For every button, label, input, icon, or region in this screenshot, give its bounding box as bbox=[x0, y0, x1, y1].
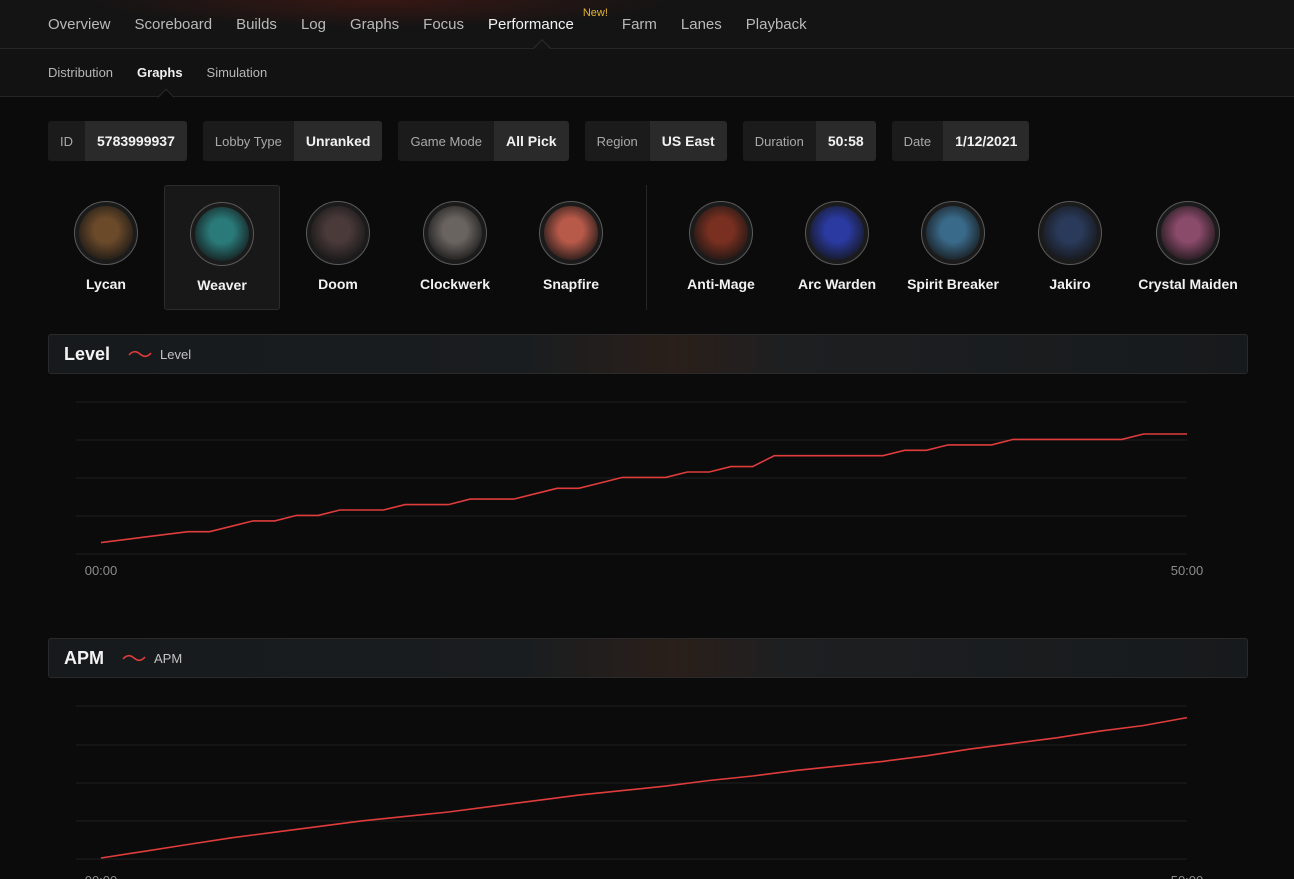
date-chip: Date 1/12/2021 bbox=[891, 121, 1030, 161]
sub-nav: Distribution Graphs Simulation bbox=[0, 49, 1294, 97]
lycan-portrait-icon bbox=[79, 206, 133, 260]
hero-portrait bbox=[539, 201, 603, 265]
duration-chip: Duration 50:58 bbox=[742, 121, 876, 161]
snapfire-portrait-icon bbox=[544, 206, 598, 260]
chart-title: APM bbox=[64, 647, 104, 668]
chart-legend[interactable]: APM bbox=[122, 651, 182, 666]
hero-portrait bbox=[306, 201, 370, 265]
region-label: Region bbox=[584, 121, 650, 161]
x-tick-label: 00:00 bbox=[85, 563, 118, 578]
duration-label: Duration bbox=[742, 121, 816, 161]
hero-portrait bbox=[423, 201, 487, 265]
series-line bbox=[100, 433, 1187, 544]
x-tick-label: 00:00 bbox=[85, 873, 118, 879]
match-info-bar: ID 5783999937 Lobby Type Unranked Game M… bbox=[48, 121, 1030, 161]
spirit-breaker-portrait-icon bbox=[926, 206, 980, 260]
anti-mage-portrait-icon bbox=[694, 206, 748, 260]
level-chart: 00:00 50:00 bbox=[48, 384, 1248, 594]
level-chart-header: Level Level bbox=[48, 334, 1248, 374]
match-id-value: 5783999937 bbox=[85, 121, 187, 161]
lobby-type-chip: Lobby Type Unranked bbox=[202, 121, 383, 161]
hero-portrait bbox=[74, 201, 138, 265]
game-mode-chip: Game Mode All Pick bbox=[398, 121, 569, 161]
doom-portrait-icon bbox=[311, 206, 365, 260]
nav-scoreboard[interactable]: Scoreboard bbox=[135, 16, 213, 33]
x-tick-label: 50:00 bbox=[1171, 873, 1204, 879]
series-line bbox=[100, 716, 1188, 859]
top-nav: Overview Scoreboard Builds Log Graphs Fo… bbox=[0, 0, 1294, 49]
weaver-portrait-icon bbox=[195, 207, 249, 261]
hero-portrait bbox=[689, 201, 753, 265]
subnav-distribution[interactable]: Distribution bbox=[48, 65, 113, 80]
chart-title: Level bbox=[64, 343, 111, 364]
legend-line-icon bbox=[122, 654, 146, 662]
hero-portrait bbox=[1038, 201, 1102, 265]
hero-portrait bbox=[190, 202, 254, 266]
hero-selector: Lycan Weaver Doom Clockwerk Snapfire Ant… bbox=[48, 185, 1248, 310]
hero-portrait bbox=[805, 201, 869, 265]
nav-log[interactable]: Log bbox=[301, 16, 326, 33]
date-value: 1/12/2021 bbox=[943, 121, 1030, 161]
region-value: US East bbox=[649, 121, 727, 161]
clockwerk-portrait-icon bbox=[428, 206, 482, 260]
legend-label: APM bbox=[154, 650, 183, 666]
subnav-simulation[interactable]: Simulation bbox=[207, 65, 268, 80]
region-chip: Region US East bbox=[584, 121, 727, 161]
lobby-type-value: Unranked bbox=[293, 121, 383, 161]
x-tick-label: 50:00 bbox=[1171, 563, 1204, 578]
subnav-graphs[interactable]: Graphs bbox=[137, 65, 183, 80]
nav-playback[interactable]: Playback bbox=[746, 16, 807, 33]
hero-card-snapfire[interactable]: Snapfire bbox=[513, 185, 629, 310]
match-id-chip: ID 5783999937 bbox=[48, 121, 187, 161]
legend-line-icon bbox=[128, 350, 152, 358]
chart-legend[interactable]: Level bbox=[128, 347, 191, 362]
apm-chart-svg: 00:00 50:00 bbox=[76, 705, 1204, 879]
arc-warden-portrait-icon bbox=[810, 206, 864, 260]
nav-builds[interactable]: Builds bbox=[236, 16, 277, 33]
hero-card-crystal-maiden[interactable]: Crystal Maiden bbox=[1130, 185, 1246, 310]
duration-value: 50:58 bbox=[815, 121, 876, 161]
nav-lanes[interactable]: Lanes bbox=[681, 16, 722, 33]
apm-chart-header: APM APM bbox=[48, 638, 1248, 678]
lobby-type-label: Lobby Type bbox=[202, 121, 294, 161]
date-label: Date bbox=[891, 121, 944, 161]
nav-graphs[interactable]: Graphs bbox=[350, 16, 399, 33]
apm-chart: 00:00 50:00 bbox=[48, 688, 1248, 879]
hero-name: Snapfire bbox=[542, 276, 599, 292]
hero-portrait bbox=[921, 201, 985, 265]
crystal-maiden-portrait-icon bbox=[1161, 206, 1215, 260]
game-mode-label: Game Mode bbox=[398, 121, 494, 161]
nav-performance[interactable]: Performance New! bbox=[488, 7, 608, 33]
nav-performance-label: Performance bbox=[488, 15, 574, 33]
new-badge: New! bbox=[582, 6, 608, 19]
match-id-label: ID bbox=[48, 121, 85, 161]
level-chart-svg: 00:00 50:00 bbox=[76, 401, 1204, 578]
legend-label: Level bbox=[160, 346, 192, 362]
jakiro-portrait-icon bbox=[1043, 206, 1097, 260]
nav-farm[interactable]: Farm bbox=[622, 16, 657, 33]
hero-portrait bbox=[1156, 201, 1220, 265]
nav-focus[interactable]: Focus bbox=[423, 16, 464, 33]
nav-overview[interactable]: Overview bbox=[48, 16, 111, 33]
game-mode-value: All Pick bbox=[493, 121, 569, 161]
hero-name: Crystal Maiden bbox=[1138, 276, 1238, 292]
